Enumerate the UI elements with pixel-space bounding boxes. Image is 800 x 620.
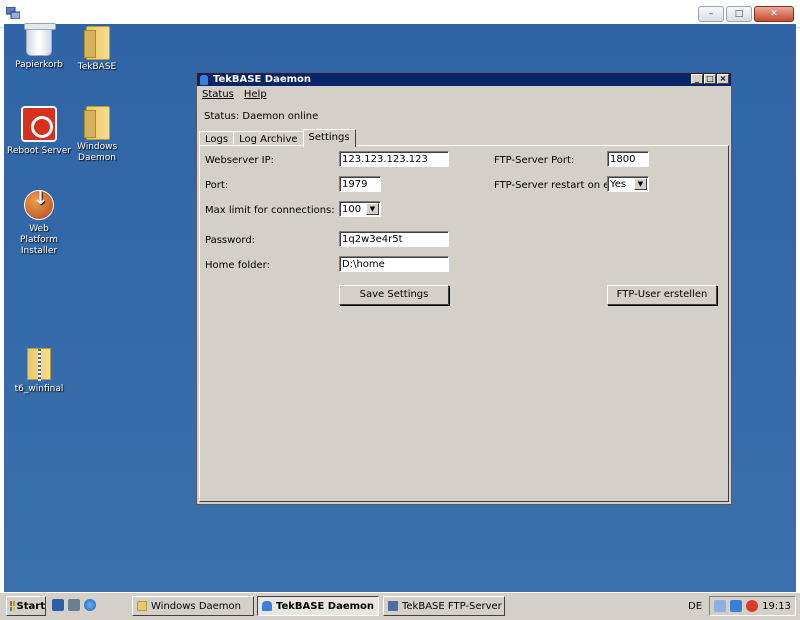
system-tray: 19:13	[709, 596, 796, 616]
zip-folder-icon	[27, 348, 51, 381]
app-user-icon	[262, 601, 272, 611]
taskbar-item-label: Windows Daemon	[151, 600, 241, 612]
rdp-restore-button[interactable]: □	[726, 6, 752, 22]
start-button[interactable]: Start	[6, 596, 46, 616]
ftp-user-create-button[interactable]: FTP-User erstellen	[607, 285, 717, 305]
settings-panel: Webserver IP: 123.123.123.123 Port: 1979…	[199, 145, 729, 502]
port-input[interactable]: 1979	[339, 176, 381, 192]
webserver-ip-label: Webserver IP:	[205, 155, 274, 166]
rdp-close-button[interactable]: ✕	[754, 6, 794, 22]
max-connections-label: Max limit for connections:	[205, 205, 335, 216]
desktop-icon-label: t6_winfinal	[14, 384, 64, 394]
close-button[interactable]: ×	[717, 74, 729, 84]
desktop-icon-tekbase[interactable]: TekBASE	[62, 26, 132, 73]
taskbar-item-tekbase-ftp-server[interactable]: TekBASE FTP-Server	[383, 596, 505, 616]
ftp-restart-label: FTP-Server restart on exit:	[494, 180, 626, 191]
max-connections-select[interactable]: 100 ▼	[339, 201, 381, 217]
desktop-icon-label: Web Platform Installer	[20, 224, 58, 256]
volume-muted-icon[interactable]	[746, 600, 759, 612]
folder-icon	[84, 106, 110, 140]
max-connections-value: 100	[342, 204, 362, 215]
action-center-icon[interactable]	[730, 600, 743, 612]
chevron-down-icon[interactable]: ▼	[634, 178, 647, 190]
internet-explorer-icon[interactable]	[84, 599, 96, 611]
tekbase-daemon-window: TekBASE Daemon _ □ × Status Help Status:…	[196, 72, 732, 505]
taskbar-item-windows-daemon[interactable]: Windows Daemon	[132, 596, 254, 616]
taskbar-item-label: TekBASE Daemon	[276, 600, 375, 612]
server-icon	[388, 601, 398, 611]
maximize-button[interactable]: □	[704, 74, 716, 84]
home-folder-input[interactable]: D:\home	[339, 256, 449, 272]
window-title: TekBASE Daemon	[213, 74, 312, 85]
quick-launch	[52, 599, 96, 611]
folder-icon	[84, 26, 110, 60]
clock[interactable]: 19:13	[762, 601, 791, 612]
status-text: Status: Daemon online	[204, 111, 319, 122]
password-label: Password:	[205, 235, 256, 246]
taskbar-item-tekbase-daemon[interactable]: TekBASE Daemon	[257, 596, 379, 616]
window-titlebar: TekBASE Daemon _ □ ×	[197, 73, 731, 86]
desktop-icon-label: TekBASE	[77, 62, 117, 72]
menu-help[interactable]: Help	[244, 89, 267, 100]
menu-status[interactable]: Status	[202, 89, 234, 100]
server-manager-icon[interactable]	[68, 599, 80, 611]
start-label: Start	[16, 600, 45, 612]
show-desktop-icon[interactable]	[52, 599, 64, 611]
desktop-icon-label: Windows Daemon	[77, 142, 118, 163]
ftp-port-input[interactable]: 1800	[607, 151, 649, 167]
rdp-minimize-button[interactable]: –	[698, 6, 724, 22]
password-input[interactable]: 1q2w3e4r5t	[339, 231, 449, 247]
webserver-ip-input[interactable]: 123.123.123.123	[339, 151, 449, 167]
tab-settings[interactable]: Settings	[302, 129, 356, 147]
desktop-icon-label: Papierkorb	[15, 60, 63, 70]
desktop-icon-t6-winfinal[interactable]: t6_winfinal	[4, 348, 74, 395]
taskbar: Start Windows Daemon TekBASE Daemon TekB…	[0, 592, 800, 620]
app-user-icon	[200, 74, 208, 85]
language-indicator[interactable]: DE	[688, 601, 702, 612]
windows-logo-icon	[10, 601, 15, 611]
menu-bar: Status Help	[197, 86, 731, 102]
remote-desktop-icon	[6, 7, 20, 19]
installer-icon	[24, 190, 54, 220]
network-icon[interactable]	[714, 600, 727, 612]
minimize-button[interactable]: _	[691, 74, 703, 84]
save-settings-button[interactable]: Save Settings	[339, 285, 449, 305]
ftp-restart-value: Yes	[610, 179, 627, 190]
ftp-restart-select[interactable]: Yes ▼	[607, 176, 649, 192]
taskbar-item-label: TekBASE FTP-Server	[402, 600, 502, 612]
desktop-icon-web-platform-installer[interactable]: Web Platform Installer	[4, 190, 74, 257]
home-folder-label: Home folder:	[205, 260, 270, 271]
chevron-down-icon[interactable]: ▼	[366, 203, 379, 215]
ftp-port-label: FTP-Server Port:	[494, 155, 575, 166]
recycle-bin-icon	[24, 23, 56, 56]
port-label: Port:	[205, 180, 229, 191]
desktop-icon-windows-daemon[interactable]: Windows Daemon	[62, 106, 132, 164]
folder-icon	[137, 601, 147, 611]
power-icon	[21, 106, 57, 142]
